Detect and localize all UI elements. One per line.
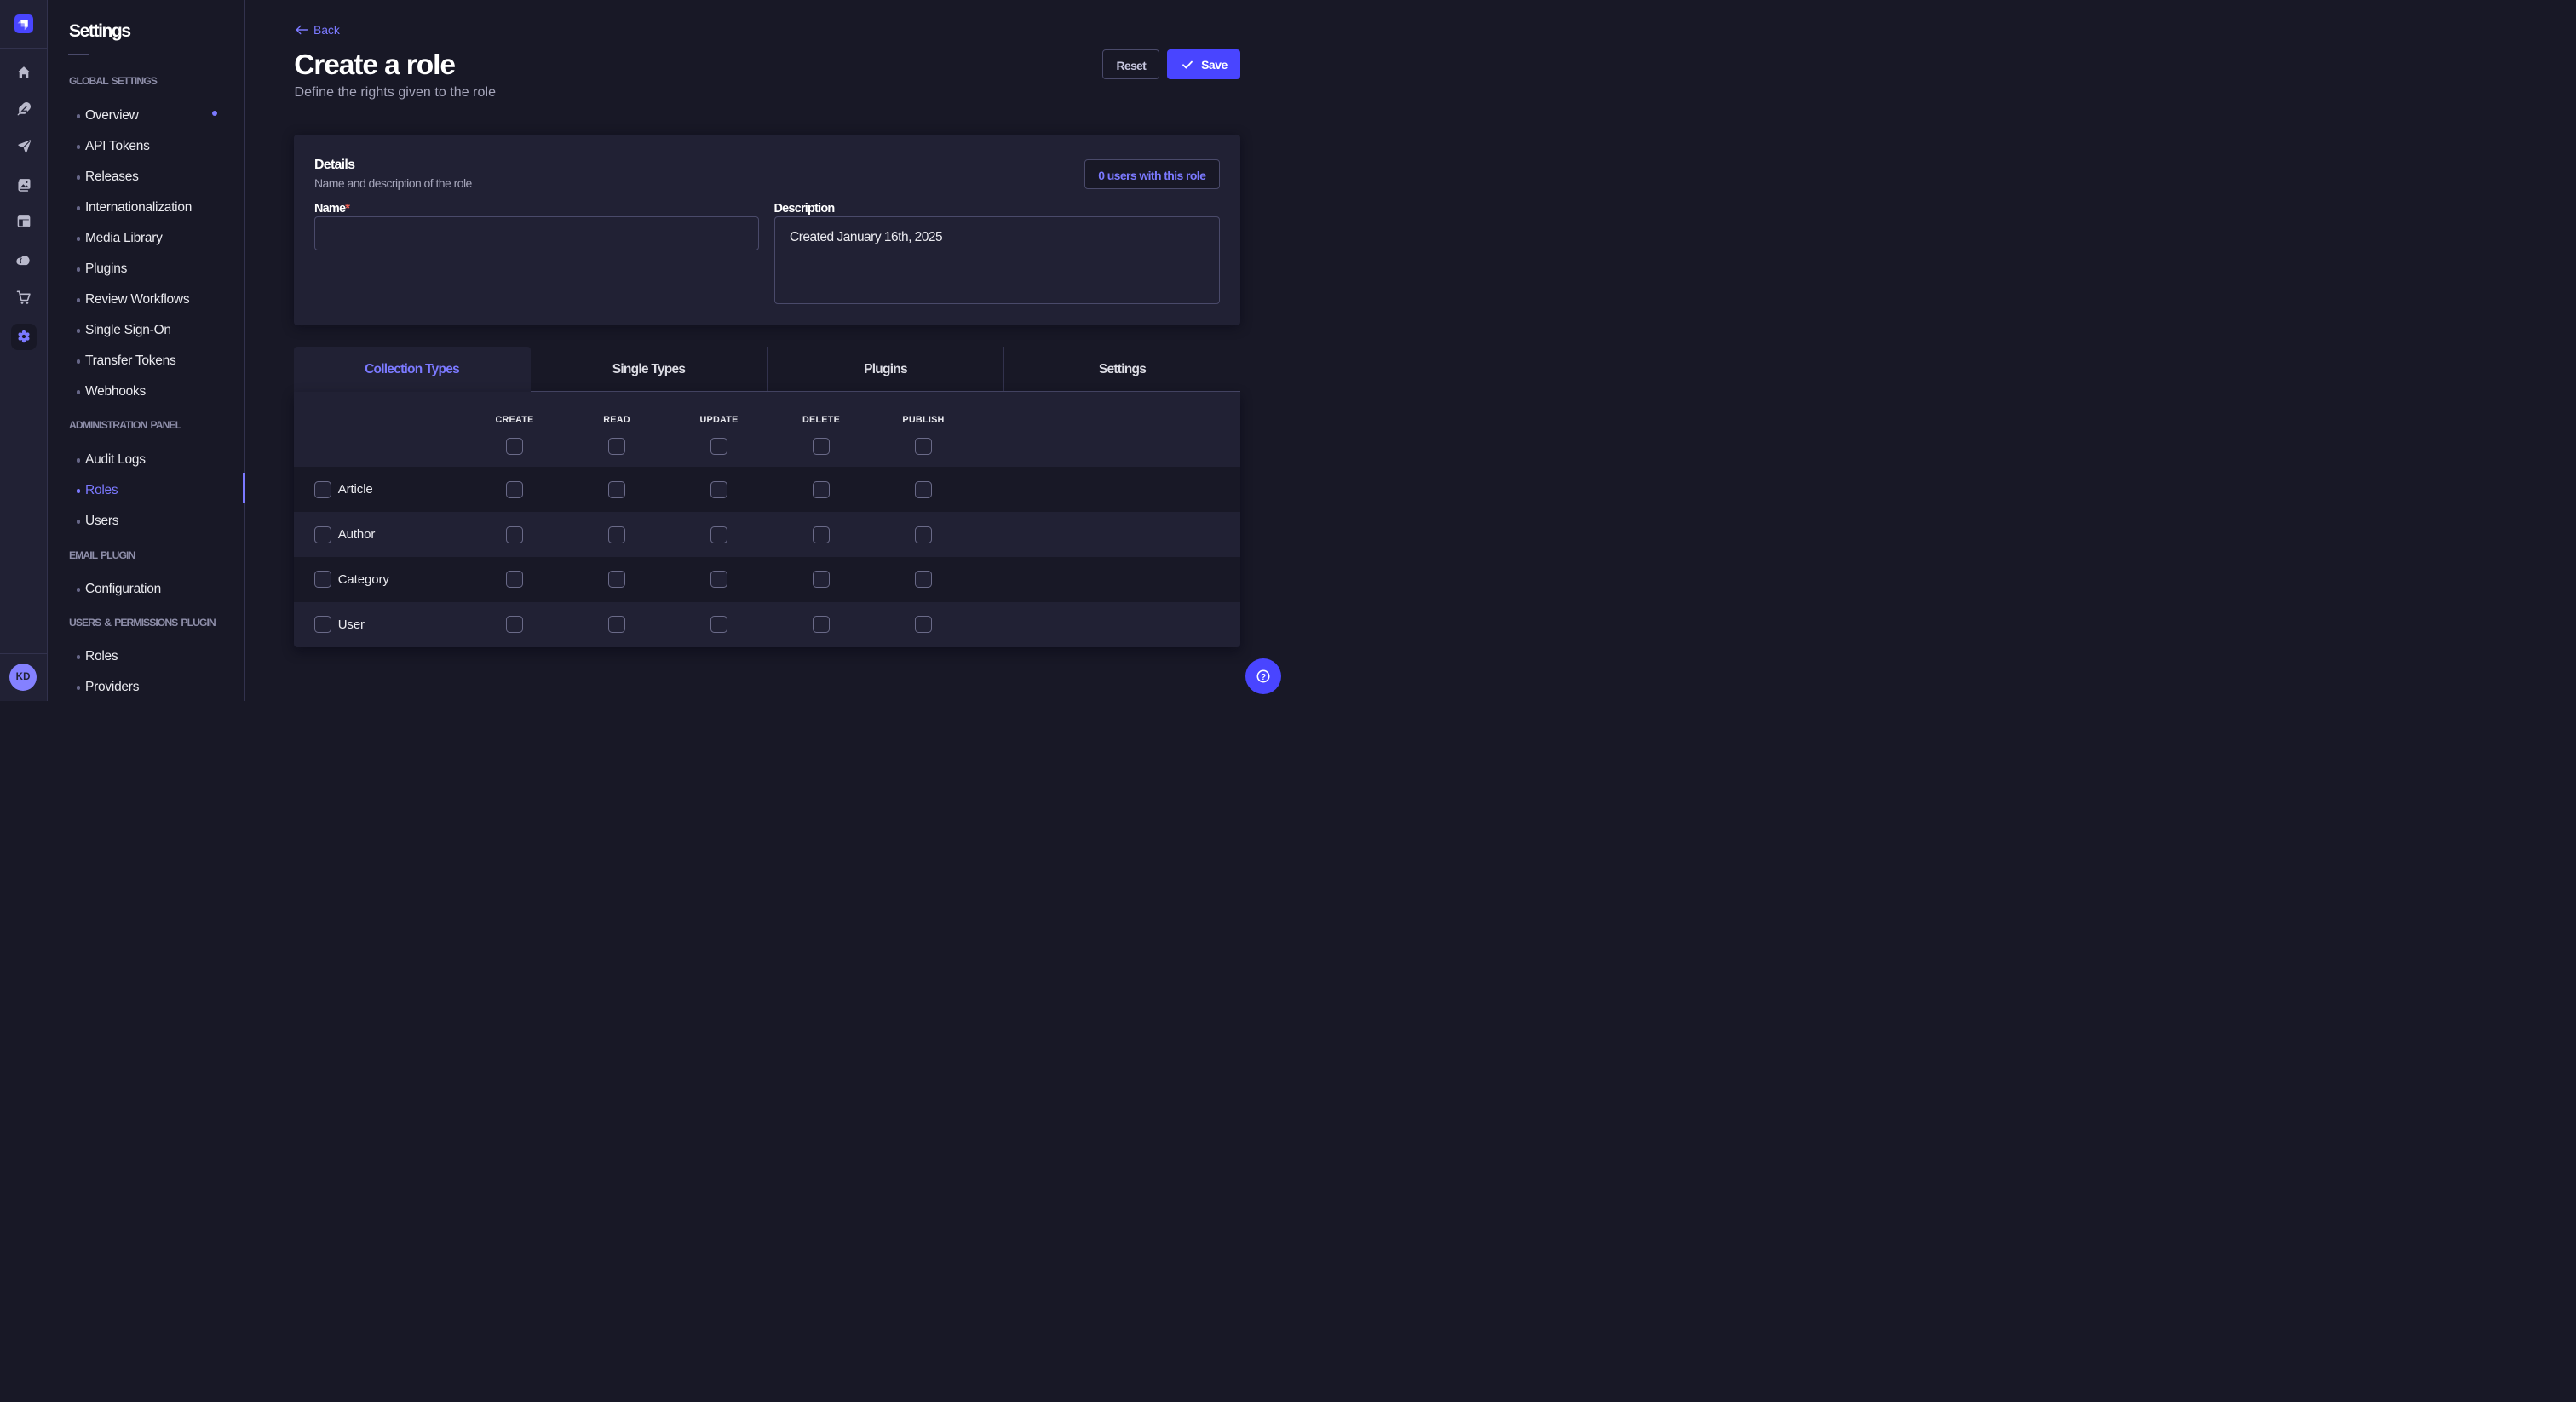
svg-text:?: ?: [1261, 673, 1266, 682]
